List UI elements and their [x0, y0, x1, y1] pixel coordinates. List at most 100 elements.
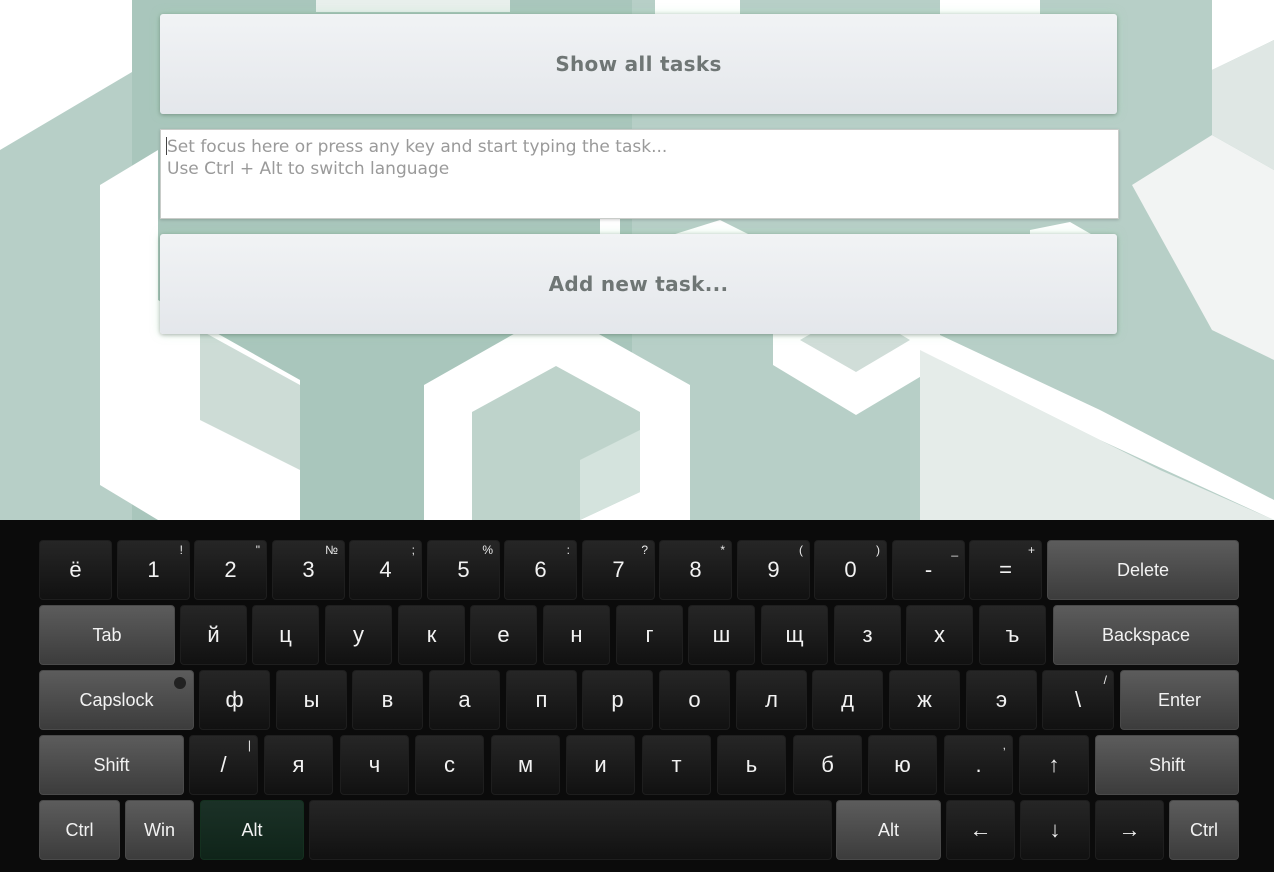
key-1-7[interactable]: г [616, 605, 683, 665]
key-ctrl-left[interactable]: Ctrl [39, 800, 120, 860]
key-2-2[interactable]: ы [276, 670, 347, 730]
key-2-9[interactable]: д [812, 670, 883, 730]
key-label: Tab [92, 624, 122, 645]
key-label: а [458, 687, 471, 712]
key-0-12[interactable]: = + [969, 540, 1042, 600]
key-3-5[interactable]: м [491, 735, 560, 795]
key-3-8[interactable]: ь [717, 735, 786, 795]
key-0-1[interactable]: 1! [117, 540, 190, 600]
key-1-6[interactable]: н [543, 605, 610, 665]
key-1-5[interactable]: е [470, 605, 537, 665]
key-2-10[interactable]: ж [889, 670, 960, 730]
key-arrow-down[interactable]: ↓ [1020, 800, 1090, 860]
key-1-12[interactable]: ъ [979, 605, 1046, 665]
key-shift-right[interactable]: Shift [1095, 735, 1239, 795]
key-0-10[interactable]: 0) [814, 540, 887, 600]
key-2-3[interactable]: в [352, 670, 423, 730]
key-label: л [765, 687, 778, 712]
key-arrow-up[interactable]: ↑ [1019, 735, 1089, 795]
key-1-1[interactable]: й [180, 605, 247, 665]
key-label: ц [279, 622, 292, 647]
key-label: в [381, 687, 394, 712]
key-2-5[interactable]: п [506, 670, 577, 730]
key-tab[interactable]: Tab [39, 605, 175, 665]
key-3-1[interactable]: / | [189, 735, 258, 795]
key-label: я [292, 752, 305, 777]
add-new-task-button[interactable]: Add new task... [160, 234, 1117, 334]
key-2-11[interactable]: э [966, 670, 1037, 730]
key-3-3[interactable]: ч [340, 735, 409, 795]
key-arrow-left[interactable]: ← [946, 800, 1015, 860]
key-alt-left[interactable]: Alt [200, 800, 304, 860]
key-label: э [995, 687, 1008, 712]
key-3-6[interactable]: и [566, 735, 635, 795]
key-backspace[interactable]: Backspace [1053, 605, 1239, 665]
key-1-3[interactable]: у [325, 605, 392, 665]
key-alt-right[interactable]: Alt [836, 800, 941, 860]
key-1-10[interactable]: з [834, 605, 901, 665]
key-enter[interactable]: Enter [1120, 670, 1239, 730]
key-alt-label: № [325, 543, 338, 557]
key-alt-label: ? [641, 543, 648, 557]
key-label: = [999, 557, 1012, 582]
key-label: Backspace [1101, 624, 1191, 645]
key-0-3[interactable]: 3 № [272, 540, 345, 600]
key-2-1[interactable]: ф [199, 670, 270, 730]
key-label: й [207, 622, 220, 647]
key-label: → [1118, 817, 1141, 842]
show-all-tasks-button[interactable]: Show all tasks [160, 14, 1117, 114]
key-label: ж [917, 687, 932, 712]
key-3-2[interactable]: я [264, 735, 333, 795]
key-delete[interactable]: Delete [1047, 540, 1239, 600]
key-label: Win [144, 819, 175, 840]
key-label: у [353, 622, 364, 647]
key-label: 6 [534, 557, 547, 582]
key-0-9[interactable]: 9( [737, 540, 810, 600]
key-label: Alt [877, 819, 899, 840]
key-0-5[interactable]: 5% [427, 540, 500, 600]
key-0-0[interactable]: ё [39, 540, 112, 600]
key-label: Shift [93, 754, 130, 775]
key-1-2[interactable]: ц [252, 605, 319, 665]
key-3-9[interactable]: б [793, 735, 862, 795]
key-label: р [611, 687, 624, 712]
key-2-8[interactable]: л [736, 670, 807, 730]
key-2-7[interactable]: о [659, 670, 730, 730]
key-3-11[interactable]: ., [944, 735, 1013, 795]
key-0-11[interactable]: - _ [892, 540, 965, 600]
key-label: ← [969, 817, 992, 842]
key-2-6[interactable]: р [582, 670, 653, 730]
key-3-10[interactable]: ю [868, 735, 937, 795]
key-1-9[interactable]: щ [761, 605, 828, 665]
key-capslock[interactable]: Capslock [39, 670, 194, 730]
key-label: т [671, 752, 682, 777]
key-label: 2 [224, 557, 237, 582]
key-space[interactable] [309, 800, 832, 860]
key-label: ъ [1005, 622, 1020, 647]
key-label: Enter [1157, 689, 1202, 710]
key-0-6[interactable]: 6: [504, 540, 577, 600]
key-0-4[interactable]: 4; [349, 540, 422, 600]
key-label: 1 [147, 557, 160, 582]
key-1-4[interactable]: к [398, 605, 465, 665]
key-ctrl-right[interactable]: Ctrl [1169, 800, 1239, 860]
key-alt-label: : [566, 543, 570, 557]
key-arrow-right[interactable]: → [1095, 800, 1164, 860]
key-label: з [862, 622, 873, 647]
key-2-12[interactable]: \ / [1042, 670, 1114, 730]
task-input[interactable] [160, 129, 1119, 219]
key-3-7[interactable]: т [642, 735, 711, 795]
key-2-4[interactable]: а [429, 670, 500, 730]
key-alt-label: + [1027, 543, 1035, 557]
key-shift-left[interactable]: Shift [39, 735, 184, 795]
key-0-2[interactable]: 2 " [194, 540, 267, 600]
key-0-8[interactable]: 8 * [659, 540, 732, 600]
key-0-7[interactable]: 7? [582, 540, 655, 600]
key-1-8[interactable]: ш [688, 605, 755, 665]
key-win[interactable]: Win [125, 800, 194, 860]
key-label: Capslock [79, 689, 154, 710]
key-1-11[interactable]: х [906, 605, 973, 665]
key-3-4[interactable]: с [415, 735, 484, 795]
key-label: 7 [612, 557, 625, 582]
capslock-indicator-icon [174, 677, 186, 689]
